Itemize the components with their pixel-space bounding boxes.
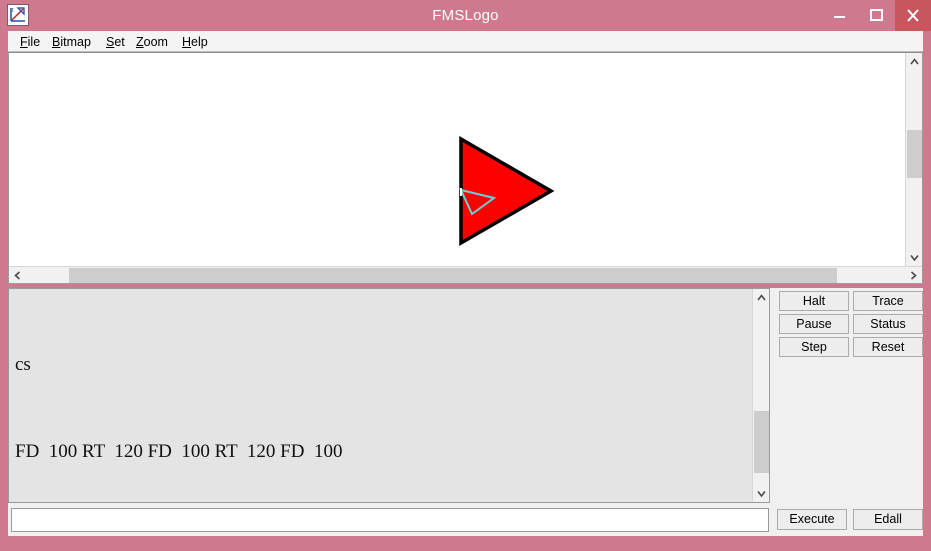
command-history-text: cs FD 100 RT 120 FD 100 RT 120 FD 100 pu…	[15, 292, 750, 502]
title-bar: t FMSLogo	[0, 0, 931, 31]
menu-item-zoom[interactable]: Zoom	[132, 34, 172, 50]
minimize-icon	[834, 16, 845, 18]
step-button[interactable]: Step	[779, 337, 849, 357]
status-button[interactable]: Status	[853, 314, 923, 334]
execute-button[interactable]: Execute	[777, 509, 847, 530]
chevron-left-icon	[14, 271, 21, 280]
menu-bar: File Bitmap Set Zoom Help	[8, 31, 923, 52]
maximize-icon	[870, 9, 883, 21]
turtle-graphics-drawing	[459, 135, 555, 247]
close-icon	[907, 9, 919, 22]
trace-button[interactable]: Trace	[853, 291, 923, 311]
menu-item-bitmap[interactable]: Bitmap	[48, 34, 95, 50]
graphics-canvas-pane	[8, 52, 923, 284]
chevron-up-icon	[910, 58, 919, 65]
chevron-down-icon	[757, 491, 766, 497]
reset-button[interactable]: Reset	[853, 337, 923, 357]
history-scroll-down-button[interactable]	[753, 485, 769, 502]
close-button[interactable]	[895, 0, 931, 31]
command-input[interactable]	[11, 508, 769, 532]
canvas-scroll-up-button[interactable]	[906, 53, 922, 70]
chevron-up-icon	[757, 294, 766, 301]
maximize-button[interactable]	[858, 0, 895, 31]
canvas-horizontal-scrollbar[interactable]	[9, 266, 922, 283]
chevron-right-icon	[910, 271, 917, 280]
history-vertical-scroll-thumb[interactable]	[754, 411, 769, 473]
menu-item-set[interactable]: Set	[102, 34, 129, 50]
canvas-horizontal-scroll-thumb[interactable]	[69, 268, 837, 283]
history-line: FD 100 RT 120 FD 100 RT 120 FD 100	[15, 441, 343, 462]
canvas-scroll-left-button[interactable]	[9, 267, 26, 283]
edall-button[interactable]: Edall	[853, 509, 923, 530]
control-button-grid: Halt Trace Pause Status Step Reset	[777, 288, 923, 503]
menu-item-file[interactable]: File	[16, 34, 44, 50]
menu-item-help[interactable]: Help	[178, 34, 212, 50]
turtle-canvas[interactable]	[9, 53, 906, 266]
history-scroll-up-button[interactable]	[753, 289, 769, 306]
minimize-button[interactable]	[821, 0, 858, 31]
commander-pane: cs FD 100 RT 120 FD 100 RT 120 FD 100 pu…	[8, 288, 923, 536]
window-title: FMSLogo	[432, 7, 499, 24]
red-triangle-shape	[459, 135, 555, 247]
history-vertical-scrollbar[interactable]	[752, 289, 769, 502]
history-line: cs	[15, 354, 31, 375]
canvas-vertical-scrollbar[interactable]	[905, 53, 922, 266]
fmslogo-window: t FMSLogo File Bitmap Set Zoom Help cs F…	[0, 0, 931, 551]
canvas-vertical-scroll-thumb[interactable]	[907, 130, 922, 178]
command-history-box[interactable]: cs FD 100 RT 120 FD 100 RT 120 FD 100 pu…	[8, 288, 770, 503]
chevron-down-icon	[910, 255, 919, 261]
canvas-scroll-right-button[interactable]	[905, 267, 922, 283]
command-input-row: Execute Edall	[8, 506, 923, 536]
canvas-scroll-down-button[interactable]	[906, 249, 922, 266]
pause-button[interactable]: Pause	[779, 314, 849, 334]
halt-button[interactable]: Halt	[779, 291, 849, 311]
